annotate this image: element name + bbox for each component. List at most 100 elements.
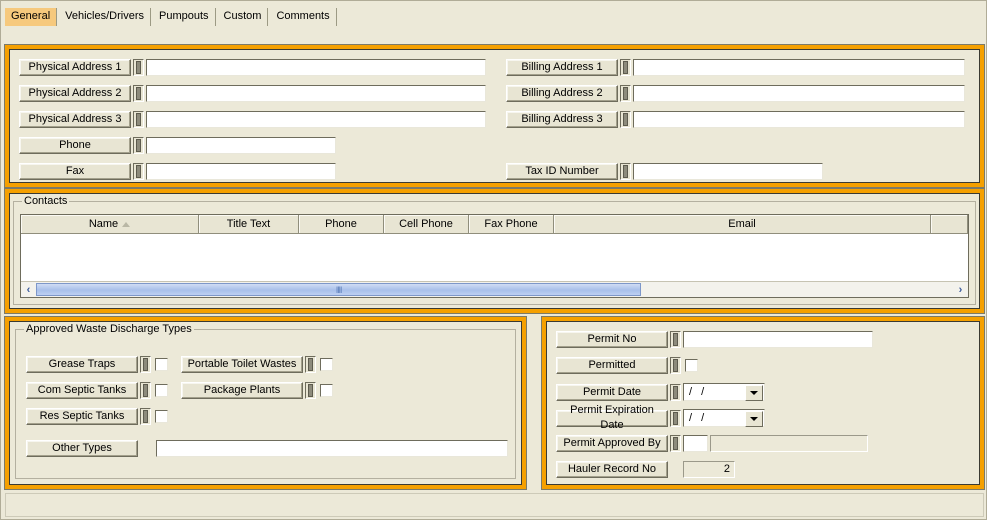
column-label: Cell Phone	[399, 218, 453, 230]
tax-id-number-button[interactable]: Tax ID Number	[506, 163, 618, 180]
permit-expiration-date-picker[interactable]: / /	[683, 409, 765, 427]
scroll-right-arrow-icon[interactable]: ›	[953, 283, 968, 297]
field-hauler-record-no: Hauler Record No 2	[556, 461, 735, 478]
address-panel: Physical Address 1 Physical Address 2 Ph…	[4, 44, 985, 188]
tab-vehicles-drivers[interactable]: Vehicles/Drivers	[59, 8, 151, 26]
tab-custom[interactable]: Custom	[218, 8, 269, 26]
permitted-checkbox[interactable]	[685, 359, 698, 372]
billing-address-2-button[interactable]: Billing Address 2	[506, 85, 618, 102]
column-label: Phone	[325, 218, 357, 230]
grease-traps-checkbox[interactable]	[155, 358, 168, 371]
field-label: Tax ID Number	[525, 165, 599, 177]
other-types-button[interactable]: Other Types	[26, 440, 138, 457]
fax-input[interactable]	[146, 163, 336, 180]
physical-address-3-button[interactable]: Physical Address 3	[19, 111, 131, 128]
billing-address-3-input[interactable]	[633, 111, 965, 128]
billing-address-1-button[interactable]: Billing Address 1	[506, 59, 618, 76]
field-label: Permit Approved By	[563, 437, 661, 449]
binding-handle-icon[interactable]	[305, 356, 316, 373]
contacts-grid-body[interactable]	[21, 234, 968, 281]
column-header-title-text[interactable]: Title Text	[199, 215, 299, 233]
permit-date-button[interactable]: Permit Date	[556, 383, 668, 401]
billing-address-2-input[interactable]	[633, 85, 965, 102]
permit-approved-by-button[interactable]: Permit Approved By	[556, 435, 668, 452]
binding-handle-icon[interactable]	[620, 85, 631, 102]
phone-button[interactable]: Phone	[19, 137, 131, 154]
field-label: Portable Toilet Wastes	[187, 358, 297, 370]
binding-handle-icon[interactable]	[670, 435, 681, 452]
phone-input[interactable]	[146, 137, 336, 154]
field-permit-approved-by: Permit Approved By	[556, 435, 868, 452]
binding-handle-icon[interactable]	[133, 137, 144, 154]
contacts-grid[interactable]: Name Title Text Phone Cell Phone Fax Pho…	[20, 214, 969, 298]
physical-address-3-input[interactable]	[146, 111, 486, 128]
package-plants-checkbox[interactable]	[320, 384, 333, 397]
tab-pumpouts[interactable]: Pumpouts	[153, 8, 216, 26]
permit-expiration-date-button[interactable]: Permit Expiration Date	[556, 404, 668, 431]
scroll-left-arrow-icon[interactable]: ‹	[21, 283, 36, 297]
binding-handle-icon[interactable]	[140, 408, 151, 425]
permit-approved-by-code-input[interactable]	[683, 435, 708, 452]
com-septic-tanks-button[interactable]: Com Septic Tanks	[26, 382, 138, 399]
physical-address-2-input[interactable]	[146, 85, 486, 102]
binding-handle-icon[interactable]	[133, 111, 144, 128]
binding-handle-icon[interactable]	[670, 357, 681, 374]
permit-no-button[interactable]: Permit No	[556, 331, 668, 348]
contacts-horizontal-scrollbar[interactable]: ‹ ‖‖ ›	[21, 281, 968, 297]
binding-handle-icon[interactable]	[133, 85, 144, 102]
chevron-down-icon[interactable]	[745, 411, 763, 427]
res-septic-tanks-checkbox[interactable]	[155, 410, 168, 423]
binding-handle-icon[interactable]	[140, 382, 151, 399]
res-septic-tanks-button[interactable]: Res Septic Tanks	[26, 408, 138, 425]
physical-address-2-button[interactable]: Physical Address 2	[19, 85, 131, 102]
sort-ascending-icon	[122, 221, 131, 227]
portable-toilet-wastes-button[interactable]: Portable Toilet Wastes	[181, 356, 303, 373]
permit-no-input[interactable]	[683, 331, 873, 348]
field-label: Permit No	[587, 333, 637, 345]
column-header-fax-phone[interactable]: Fax Phone	[469, 215, 554, 233]
tab-general[interactable]: General	[5, 8, 58, 26]
field-label: Billing Address 3	[521, 113, 603, 125]
fax-button[interactable]: Fax	[19, 163, 131, 180]
field-physical-address-1: Physical Address 1	[19, 59, 486, 76]
field-billing-address-3: Billing Address 3	[506, 111, 965, 128]
scrollbar-track[interactable]: ‖‖	[36, 283, 953, 296]
contacts-caption: Contacts	[22, 195, 70, 207]
physical-address-1-input[interactable]	[146, 59, 486, 76]
permit-panel: Permit No Permitted Permit Date / / Perm…	[541, 316, 985, 490]
tab-label: Custom	[223, 10, 262, 22]
binding-handle-icon[interactable]	[620, 111, 631, 128]
column-header-name[interactable]: Name	[21, 215, 199, 233]
column-header-email[interactable]: Email	[554, 215, 931, 233]
permit-date-picker[interactable]: / /	[683, 383, 765, 401]
binding-handle-icon[interactable]	[133, 163, 144, 180]
field-grease-traps: Grease Traps	[26, 356, 168, 373]
package-plants-button[interactable]: Package Plants	[181, 382, 303, 399]
binding-handle-icon[interactable]	[620, 163, 631, 180]
billing-address-1-input[interactable]	[633, 59, 965, 76]
tab-comments[interactable]: Comments	[270, 8, 337, 26]
com-septic-tanks-checkbox[interactable]	[155, 384, 168, 397]
binding-handle-icon[interactable]	[670, 331, 681, 348]
contacts-grid-header: Name Title Text Phone Cell Phone Fax Pho…	[21, 215, 968, 234]
binding-handle-icon[interactable]	[305, 382, 316, 399]
tax-id-number-input[interactable]	[633, 163, 823, 180]
physical-address-1-button[interactable]: Physical Address 1	[19, 59, 131, 76]
billing-address-3-button[interactable]: Billing Address 3	[506, 111, 618, 128]
binding-handle-icon[interactable]	[133, 59, 144, 76]
column-header-phone[interactable]: Phone	[299, 215, 384, 233]
hauler-record-no-button[interactable]: Hauler Record No	[556, 461, 668, 478]
chevron-down-icon[interactable]	[745, 385, 763, 401]
scrollbar-thumb[interactable]: ‖‖	[36, 283, 642, 296]
field-label: Physical Address 2	[28, 87, 122, 99]
field-label: Billing Address 2	[521, 87, 603, 99]
grease-traps-button[interactable]: Grease Traps	[26, 356, 138, 373]
binding-handle-icon[interactable]	[620, 59, 631, 76]
binding-handle-icon[interactable]	[670, 383, 681, 401]
binding-handle-icon[interactable]	[140, 356, 151, 373]
portable-toilet-wastes-checkbox[interactable]	[320, 358, 333, 371]
column-header-cell-phone[interactable]: Cell Phone	[384, 215, 469, 233]
binding-handle-icon[interactable]	[670, 409, 681, 427]
permitted-button[interactable]: Permitted	[556, 357, 668, 374]
other-types-input[interactable]	[156, 440, 508, 457]
